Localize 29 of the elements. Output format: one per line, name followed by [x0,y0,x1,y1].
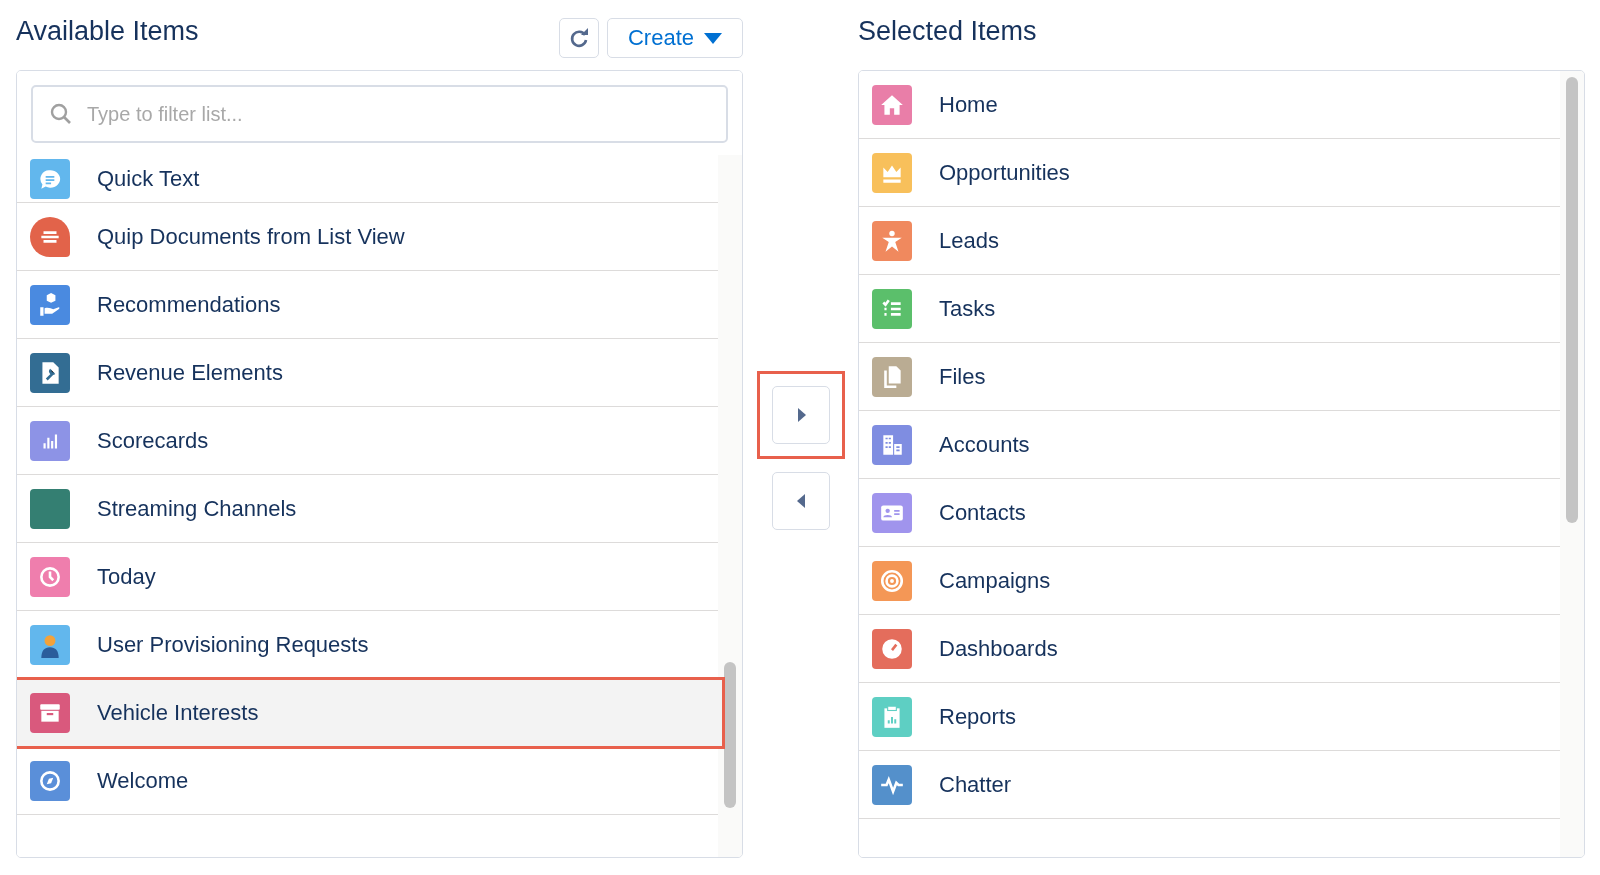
list-item[interactable]: Opportunities [859,139,1560,207]
list-item[interactable]: Reports [859,683,1560,751]
list-item[interactable]: Recommendations [17,271,718,339]
list-item[interactable]: Quip Documents from List View [17,203,718,271]
list-item[interactable]: Quick Text [17,155,718,203]
list-item[interactable]: Revenue Elements [17,339,718,407]
section-title: Selected Items [858,16,1037,47]
list-item[interactable]: Tasks [859,275,1560,343]
search-field[interactable]: Type to filter list... [31,85,728,143]
list-item[interactable]: Today [17,543,718,611]
caret-icon [704,32,722,44]
refresh-button[interactable] [559,18,599,58]
list-item[interactable]: Contacts [859,479,1560,547]
search-icon [49,102,73,126]
move-right-button[interactable] [771,386,830,444]
move-left-button[interactable] [771,472,830,530]
list-item[interactable]: Dashboards [859,615,1560,683]
section-title: Available Items [16,16,199,47]
list-item[interactable]: Leads [859,207,1560,275]
list-item[interactable]: Campaigns [859,547,1560,615]
create-button[interactable]: Create [607,18,743,58]
list-item[interactable]: Home [859,71,1560,139]
list-item[interactable]: Streaming Channels [17,475,718,543]
list-item[interactable]: Accounts [859,411,1560,479]
list-item[interactable]: Welcome [17,747,718,815]
list-item[interactable]: Vehicle Interests [17,679,723,747]
list-item[interactable]: Scorecards [17,407,718,475]
list-item[interactable]: Files [859,343,1560,411]
list-item[interactable]: Chatter [859,751,1560,819]
